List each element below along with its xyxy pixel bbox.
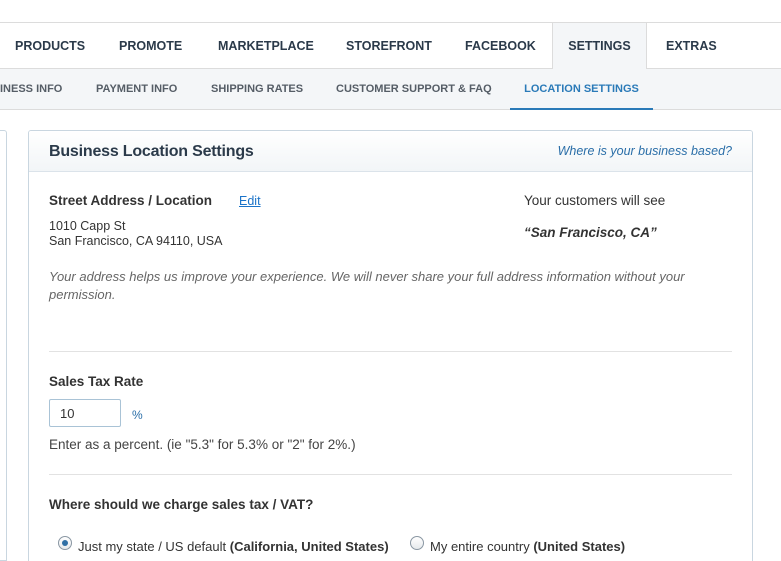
radio-state-default-label[interactable]: Just my state / US default (California, … bbox=[78, 539, 389, 554]
tab-marketplace[interactable]: MARKETPLACE bbox=[218, 23, 314, 69]
panel-title: Business Location Settings bbox=[49, 143, 254, 160]
address-block: 1010 Capp St San Francisco, CA 94110, US… bbox=[49, 219, 222, 249]
edit-address-link[interactable]: Edit bbox=[239, 194, 261, 208]
radio-entire-country-text: My entire country bbox=[430, 539, 530, 554]
tab-products[interactable]: PRODUCTS bbox=[15, 23, 85, 69]
customers-see-label: Your customers will see bbox=[524, 193, 666, 208]
subtab-shipping-rates[interactable]: SHIPPING RATES bbox=[211, 69, 303, 109]
business-location-panel: Business Location Settings Where is your… bbox=[28, 130, 753, 561]
tab-extras[interactable]: EXTRAS bbox=[666, 23, 717, 69]
subtab-location-settings[interactable]: LOCATION SETTINGS bbox=[510, 69, 653, 110]
sales-tax-helper: Enter as a percent. (ie "5.3" for 5.3% o… bbox=[49, 437, 356, 452]
subtab-business-info[interactable]: INESS INFO bbox=[0, 69, 62, 109]
top-strip bbox=[0, 0, 781, 22]
subtab-customer-support-faq[interactable]: CUSTOMER SUPPORT & FAQ bbox=[336, 69, 492, 109]
left-column-panel bbox=[0, 130, 7, 561]
panel-hint: Where is your business based? bbox=[557, 144, 732, 158]
divider bbox=[49, 474, 732, 475]
settings-sub-nav: INESS INFO PAYMENT INFO SHIPPING RATES C… bbox=[0, 69, 781, 110]
tab-settings[interactable]: SETTINGS bbox=[552, 23, 647, 70]
main-nav: PRODUCTS PROMOTE MARKETPLACE STOREFRONT … bbox=[0, 22, 781, 70]
radio-entire-country-region: (United States) bbox=[533, 539, 626, 554]
tab-facebook[interactable]: FACEBOOK bbox=[465, 23, 536, 69]
tab-promote[interactable]: PROMOTE bbox=[119, 23, 182, 69]
radio-state-default[interactable] bbox=[58, 536, 72, 550]
charge-sales-tax-label: Where should we charge sales tax / VAT? bbox=[49, 497, 314, 512]
radio-entire-country[interactable] bbox=[410, 536, 424, 550]
panel-header: Business Location Settings Where is your… bbox=[29, 131, 752, 172]
street-address-label: Street Address / Location bbox=[49, 193, 213, 208]
sales-tax-label: Sales Tax Rate bbox=[49, 374, 144, 389]
percent-unit: % bbox=[132, 408, 143, 422]
customers-see-value: “San Francisco, CA” bbox=[524, 225, 657, 240]
address-line-1: 1010 Capp St bbox=[49, 219, 126, 233]
sales-tax-input[interactable] bbox=[49, 399, 121, 427]
radio-entire-country-label[interactable]: My entire country (United States) bbox=[430, 539, 625, 554]
subtab-payment-info[interactable]: PAYMENT INFO bbox=[96, 69, 177, 109]
address-line-2: San Francisco, CA 94110, USA bbox=[49, 234, 223, 248]
address-privacy-note: Your address helps us improve your exper… bbox=[49, 269, 685, 302]
radio-state-default-region: (California, United States) bbox=[229, 539, 389, 554]
radio-state-default-text: Just my state / US default bbox=[78, 539, 227, 554]
tab-storefront[interactable]: STOREFRONT bbox=[346, 23, 432, 69]
divider bbox=[49, 351, 732, 352]
